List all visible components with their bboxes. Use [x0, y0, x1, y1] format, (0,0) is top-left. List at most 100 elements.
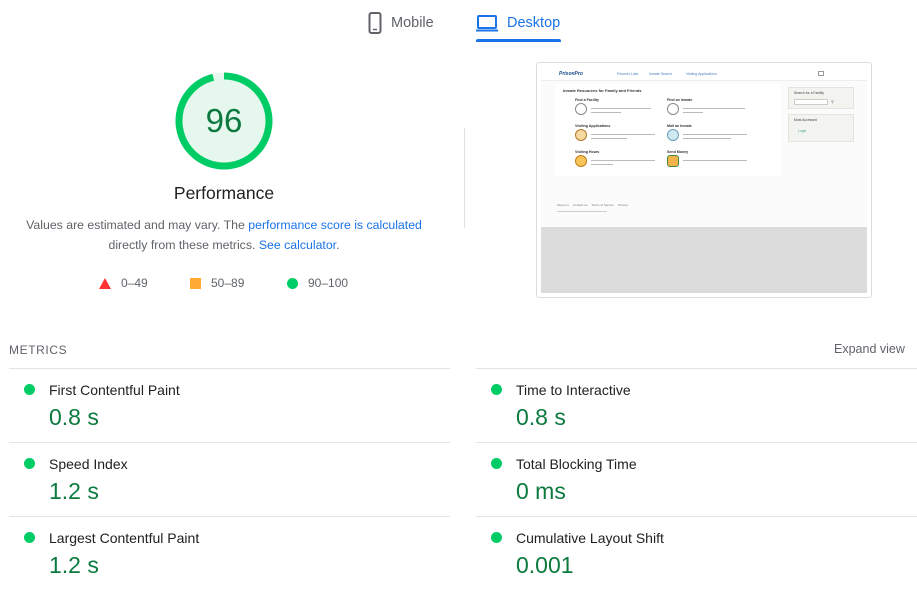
screenshot-footer-link: About us [557, 203, 569, 207]
legend-average: 50–89 [190, 274, 244, 292]
screenshot-nav-item: Prisoner Lists [617, 72, 639, 76]
mobile-phone-icon [368, 12, 382, 34]
tab-mobile-label: Mobile [391, 15, 434, 31]
expand-view-button[interactable]: Expand view [834, 342, 905, 356]
desc-suffix: . [336, 238, 340, 252]
search-icon: ⚲ [831, 99, 834, 104]
screenshot-item-title: Visiting Hours [575, 150, 600, 154]
magnifier-icon [575, 103, 587, 115]
pass-status-icon [24, 458, 35, 469]
divider [464, 128, 465, 228]
metric-label: Speed Index [49, 456, 128, 472]
performance-description: Values are estimated and may vary. The p… [20, 215, 428, 255]
screenshot-nav-item: Inmate Search [649, 72, 672, 76]
screenshot-item-title: Find an Inmate [667, 98, 693, 102]
desktop-monitor-icon [476, 14, 498, 32]
tab-desktop[interactable]: Desktop [476, 4, 560, 42]
text-line [683, 108, 745, 110]
screenshot-item-title: Mail an Inmate [667, 124, 692, 128]
page-screenshot-thumbnail[interactable]: PrisonPro Prisoner Lists Inmate Search V… [536, 62, 872, 298]
screenshot-footer-link: Privacy [618, 203, 628, 207]
metric-first-contentful-paint: First Contentful Paint 0.8 s [9, 368, 450, 442]
envelope-icon [667, 129, 679, 141]
pencil-icon [575, 129, 587, 141]
money-bag-icon [667, 155, 679, 167]
metrics-section-label: METRICS [9, 343, 68, 357]
screenshot-item: Visiting Applications [575, 124, 665, 146]
screenshot-sidebar-title: Most Accessed [794, 118, 817, 122]
screenshot-item: Find an Inmate [667, 98, 757, 120]
text-line [591, 160, 655, 162]
text-line [591, 138, 627, 140]
metric-time-to-interactive: Time to Interactive 0.8 s [476, 368, 917, 442]
metric-speed-index: Speed Index 1.2 s [9, 442, 450, 516]
screenshot-sidebar-title: Search for a Facility [794, 91, 824, 95]
see-calculator-link[interactable]: See calculator [259, 238, 336, 252]
screenshot-item-title: Find a Facility [575, 98, 599, 102]
screenshot-footer-links: About us Contact us Terms of Service Pri… [557, 203, 628, 207]
metric-value: 0.001 [516, 552, 574, 578]
screenshot-item: Send Money [667, 150, 757, 172]
text-line [683, 112, 703, 114]
magnifier-icon [667, 103, 679, 115]
text-line [591, 134, 655, 136]
circle-icon [287, 277, 298, 289]
performance-score-gauge: 96 [175, 72, 273, 170]
active-tab-indicator [476, 39, 561, 42]
screenshot-sidebar-link: Login [798, 129, 807, 133]
clock-icon [575, 155, 587, 167]
text-line [683, 134, 747, 136]
text-line [683, 160, 747, 162]
screenshot-header: PrisonPro Prisoner Lists Inmate Search V… [541, 67, 867, 81]
screenshot-nav-item: Visiting Applications [686, 72, 717, 76]
screenshot-sidebar-search: Search for a Facility ⚲ [788, 87, 854, 109]
metric-value: 1.2 s [49, 478, 99, 504]
performance-title: Performance [173, 183, 275, 203]
screenshot-item: Mail an Inmate [667, 124, 757, 146]
desc-prefix: Values are estimated and may vary. The [26, 218, 249, 232]
legend-pass-label: 90–100 [308, 276, 349, 290]
metric-value: 1.2 s [49, 552, 99, 578]
text-line [591, 112, 621, 114]
metric-value: 0.8 s [49, 404, 99, 430]
performance-score-value: 96 [205, 102, 243, 139]
tab-mobile[interactable]: Mobile [368, 4, 434, 42]
text-line [591, 164, 613, 166]
performance-score-link[interactable]: performance score is calculated [248, 218, 422, 232]
pass-status-icon [491, 458, 502, 469]
device-tabs: Mobile Desktop [0, 0, 917, 44]
screenshot-menu-icon [818, 71, 824, 76]
screenshot-sidebar-links: Most Accessed Login [788, 114, 854, 142]
pass-status-icon [24, 532, 35, 543]
screenshot-search-box [794, 99, 828, 105]
legend-average-label: 50–89 [211, 276, 245, 290]
legend-pass: 90–100 [287, 274, 348, 292]
screenshot-canvas: PrisonPro Prisoner Lists Inmate Search V… [541, 67, 867, 293]
desc-middle: directly from these metrics. [108, 238, 259, 252]
metric-value: 0.8 s [516, 404, 566, 430]
metric-label: Largest Contentful Paint [49, 530, 200, 546]
metric-cumulative-layout-shift: Cumulative Layout Shift 0.001 [476, 516, 917, 589]
legend-fail-label: 0–49 [121, 276, 148, 290]
screenshot-footer-link: Contact us [573, 203, 588, 207]
screenshot-page: PrisonPro Prisoner Lists Inmate Search V… [541, 67, 867, 227]
screenshot-item-title: Visiting Applications [575, 124, 611, 128]
legend-fail: 0–49 [99, 274, 148, 292]
screenshot-item-title: Send Money [667, 150, 689, 154]
square-icon [190, 277, 201, 289]
metric-label: Total Blocking Time [516, 456, 637, 472]
pass-status-icon [491, 532, 502, 543]
screenshot-item: Visiting Hours [575, 150, 665, 172]
metric-largest-contentful-paint: Largest Contentful Paint 1.2 s [9, 516, 450, 589]
metric-label: Cumulative Layout Shift [516, 530, 664, 546]
screenshot-logo: PrisonPro [559, 71, 583, 77]
screenshot-blank-area [541, 227, 867, 293]
metric-label: Time to Interactive [516, 382, 631, 398]
metric-value: 0 ms [516, 478, 566, 504]
tab-desktop-label: Desktop [507, 15, 561, 31]
text-line [591, 108, 651, 110]
metric-total-blocking-time: Total Blocking Time 0 ms [476, 442, 917, 516]
metric-label: First Contentful Paint [49, 382, 180, 398]
screenshot-footer-link: Terms of Service [591, 203, 614, 207]
screenshot-footer-line [557, 211, 607, 212]
